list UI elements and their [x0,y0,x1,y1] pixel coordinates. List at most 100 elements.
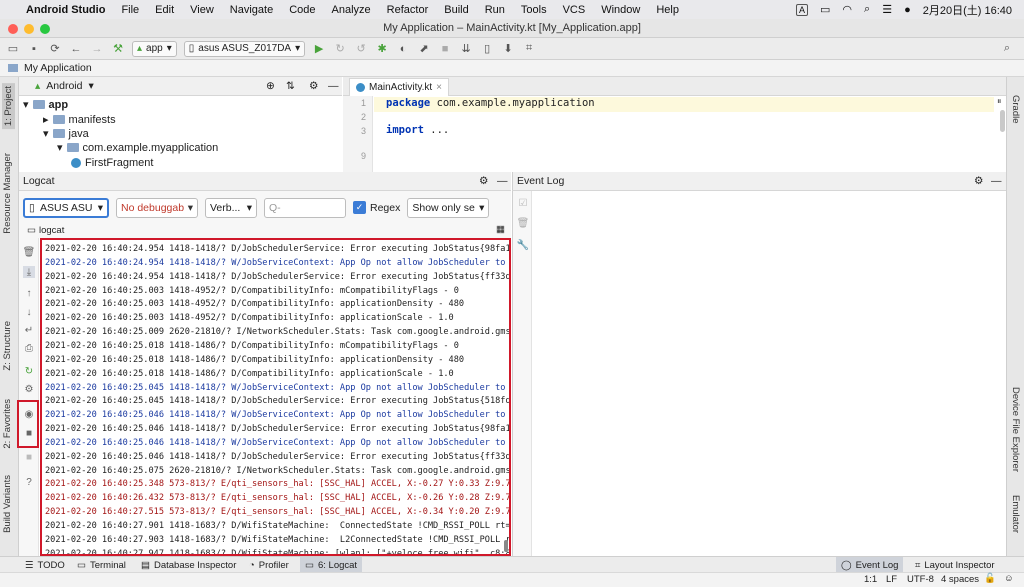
sdk-manager-icon[interactable]: ⬇ [501,42,515,56]
apply-code-changes-icon[interactable]: ↺ [354,42,368,56]
tab-todo[interactable]: ☰ TODO [20,557,70,573]
minimize-window-button[interactable] [24,24,34,34]
up-arrow-icon[interactable]: ↑ [23,287,35,299]
menu-help[interactable]: Help [656,4,679,16]
hide-icon[interactable]: — [328,80,339,92]
status-indent[interactable]: 4 spaces [941,574,979,585]
tab-favorites[interactable]: 2: Favorites [2,399,13,449]
soft-wrap-icon[interactable]: ↵ [23,324,35,336]
battery-icon[interactable]: ▭ [820,3,830,16]
tree-item-firstfragment[interactable]: FirstFragment [71,155,153,170]
layout-inspector-icon[interactable]: ⌗ [522,42,536,56]
tab-emulator[interactable]: Emulator [1010,495,1021,533]
inspection-icon[interactable]: ☺ [1004,573,1014,584]
tab-device-file-explorer[interactable]: Device File Explorer [1010,387,1021,472]
tab-layout-inspector[interactable]: ⌗ Layout Inspector [910,557,1000,573]
menu-vcs[interactable]: VCS [563,4,586,16]
regex-checkbox[interactable]: ✓ Regex [353,201,400,214]
gear-icon[interactable]: ⚙ [974,175,983,187]
close-window-button[interactable] [8,24,18,34]
locate-icon[interactable]: ⊕ [266,80,275,92]
tab-logcat[interactable]: ▭ 6: Logcat [300,557,363,573]
avd-manager-icon[interactable]: ▯ [480,42,494,56]
profile-icon[interactable]: ◐ [396,42,410,56]
search-everywhere-icon[interactable]: ⌕ [1000,42,1014,56]
event-log-content[interactable] [532,191,1006,556]
scroll-to-end-icon[interactable]: ⤓ [23,266,35,278]
tree-item-manifests[interactable]: ▸ manifests [43,112,116,127]
show-only-select[interactable]: Show only se ▾ [407,197,490,218]
device-select[interactable]: ▯ asus ASUS_Z017DA ▾ [183,40,306,57]
layout-grid-icon[interactable]: ▦ [496,224,505,235]
save-all-icon[interactable]: ▪ [27,42,41,56]
wrench-icon[interactable]: 🔧 [517,239,529,251]
project-view-select[interactable]: Android [46,80,82,92]
down-arrow-icon[interactable]: ↓ [23,306,35,318]
menu-code[interactable]: Code [289,4,315,16]
gear-icon[interactable]: ⚙ [23,383,35,395]
breadcrumb-project[interactable]: My Application [24,62,92,74]
attach-debugger-icon[interactable]: ⬈ [417,42,431,56]
collapse-icon[interactable]: ⇅ [286,80,295,92]
reader-mode-icon[interactable]: ⏸ [997,97,1002,107]
tree-item-java[interactable]: ▾ java [43,126,89,141]
editor-tab-mainactivity[interactable]: MainActivity.kt × [349,78,450,96]
input-source-indicator[interactable]: A [796,3,809,16]
menu-edit[interactable]: Edit [155,4,174,16]
clear-logcat-icon[interactable]: 🗑 [23,246,36,258]
log-level-select[interactable]: Verb... ▾ [205,197,257,218]
gear-icon[interactable]: ⚙ [479,175,488,187]
editor-scrollbar[interactable] [1000,110,1005,132]
gear-icon[interactable]: ⚙ [309,80,318,92]
hide-icon[interactable]: — [497,175,508,187]
forward-arrow-icon[interactable]: → [90,42,104,56]
gradle-sync-icon[interactable]: ⇊ [459,42,473,56]
tab-resource-manager[interactable]: Resource Manager [2,153,13,234]
tab-terminal[interactable]: ▭ Terminal [72,557,131,573]
module-select[interactable]: ▴ app ▾ [132,40,177,57]
status-encoding[interactable]: UTF-8 [907,574,934,585]
lock-icon[interactable]: 🔓 [984,573,996,584]
logcat-search-input[interactable]: Q- [264,197,346,218]
device-filter-select[interactable]: ▯ ASUS ASU ▾ [23,197,109,218]
tab-gradle[interactable]: Gradle [1010,95,1021,124]
code-editor[interactable]: package com.example.myapplication import… [374,96,1006,172]
delete-icon[interactable]: 🗑 [517,217,530,229]
help-icon[interactable]: ? [23,476,35,488]
menu-analyze[interactable]: Analyze [332,4,371,16]
status-position[interactable]: 1:1 [864,574,877,585]
build-hammer-icon[interactable]: ⚒ [111,42,125,56]
zoom-window-button[interactable] [40,24,50,34]
control-center-icon[interactable]: ☰ [882,3,892,16]
hide-icon[interactable]: — [991,175,1002,187]
stop-icon[interactable]: ■ [438,42,452,56]
tab-event-log[interactable]: ◯ Event Log [836,557,904,573]
back-arrow-icon[interactable]: ← [69,42,83,56]
chevron-down-icon[interactable]: ▾ [88,80,93,92]
tab-project[interactable]: 1: Project [2,83,15,130]
apply-changes-icon[interactable]: ↻ [333,42,347,56]
menu-build[interactable]: Build [444,4,468,16]
log-scrollbar[interactable] [504,540,508,552]
tab-profiler[interactable]: ◔ Profiler [244,557,294,573]
menu-tools[interactable]: Tools [521,4,547,16]
sync-icon[interactable]: ⟳ [48,42,62,56]
print-icon[interactable]: ⎙ [23,342,35,354]
debug-bug-icon[interactable]: ✱ [375,42,389,56]
menu-app-name[interactable]: Android Studio [26,4,105,16]
status-line-ending[interactable]: LF [886,574,897,585]
open-folder-icon[interactable]: ▭ [6,42,20,56]
tab-database-inspector[interactable]: ▤ Database Inspector [136,557,241,573]
search-icon[interactable]: ⌕ [864,3,870,16]
restart-icon[interactable]: ↻ [23,365,35,377]
wifi-icon[interactable]: ◠ [842,3,852,16]
tab-build-variants[interactable]: Build Variants [2,475,13,533]
mark-read-icon[interactable]: ☑ [517,197,529,209]
clock[interactable]: 2月20日(土) 16:40 [923,2,1012,18]
menu-navigate[interactable]: Navigate [230,4,273,16]
process-filter-select[interactable]: No debuggab ▾ [116,197,198,218]
tree-item-package[interactable]: ▾ com.example.myapplication [57,140,218,155]
menu-file[interactable]: File [121,4,139,16]
tree-item-app[interactable]: ▾ app [23,97,68,112]
menu-run[interactable]: Run [485,4,505,16]
